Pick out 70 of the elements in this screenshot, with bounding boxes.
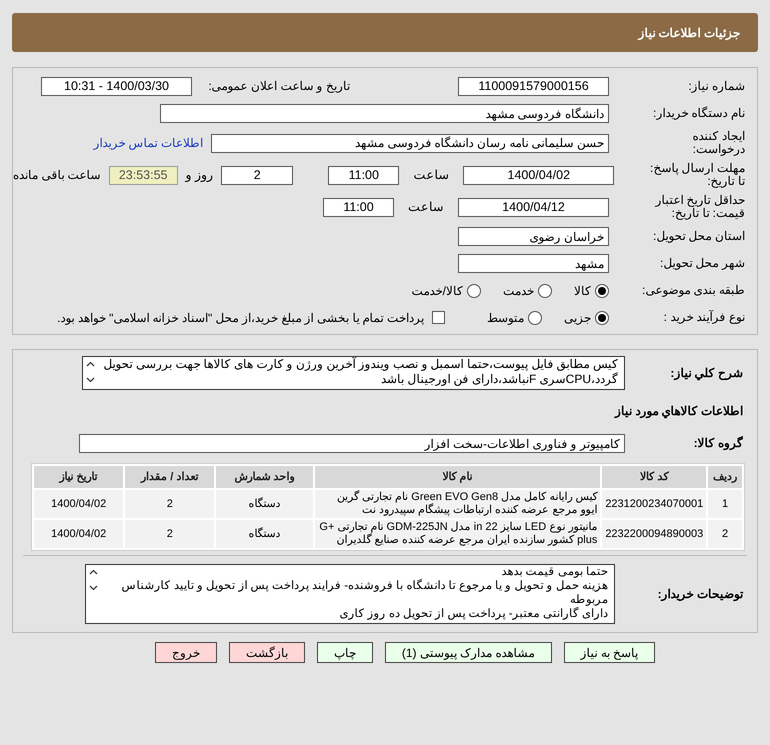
checkbox-label: پرداخت تمام یا بخشی از مبلغ خرید،از محل "اسناد خزانه اسلامی" خواهد بود. <box>57 310 424 326</box>
text-field[interactable]: مشهد <box>458 254 609 273</box>
field-label: توضیحات خریدار: <box>656 588 743 600</box>
text-field[interactable]: 11:00 <box>328 166 400 184</box>
radio-icon[interactable] <box>528 310 542 324</box>
radio-option[interactable]: خدمت <box>503 282 552 300</box>
text-field[interactable]: 1400/04/02 <box>463 166 614 184</box>
table-cell: 2 <box>125 490 214 518</box>
text-area[interactable]: حتما بومی قیمت بدهد هزینه حمل و تحویل و یا مرجوع تا دانشگاه با فروشنده- فرایند پرداخت پس از تحویل و تایید کارشناس مربوطه دارای گارانتی معتبر- پرداخت پس از تحویل ده روز کاری <box>85 564 615 624</box>
text-field[interactable]: 11:00 <box>323 198 394 216</box>
text-field[interactable]: 2 <box>221 166 294 184</box>
table-cell: مانیتور نوع LED سایز 22 in مدل GDM-225JN نام تجارتی G+ plus کشور سازنده ایران مرجع عرضه کننده صنایع گلدیران <box>314 520 600 548</box>
table-cell: 2 <box>708 520 742 548</box>
radio-icon[interactable] <box>467 284 481 298</box>
field-label: طبقه بندی موضوعی: <box>640 284 745 297</box>
text-field[interactable]: حسن سلیمانی نامه رسان دانشگاه فردوسی مشهد <box>211 134 609 152</box>
text-field[interactable]: خراسان رضوی <box>458 227 609 246</box>
text-field[interactable]: 1100091579000156 <box>458 77 609 96</box>
column-header: کد کالا <box>602 466 706 488</box>
action-button[interactable]: بازگشت <box>228 642 305 663</box>
radio-option[interactable]: متوسط <box>487 308 542 326</box>
text-area[interactable]: کیس مطابق فایل پیوست،حتما اسمبل و نصب ویندوز آخرین ورژن و کارت های کالاها جهت بررسی تحویل گردد،CPUسری Fنباشد،دارای فن اورجینال باشد <box>82 356 625 390</box>
field-label: شماره نیاز: <box>687 80 745 93</box>
column-header: تعداد / مقدار <box>125 466 214 488</box>
radio-option[interactable]: جزیی <box>564 308 609 326</box>
table-cell: 2231200234070001 <box>602 490 706 518</box>
time-label: ساعت <box>407 198 445 216</box>
field-label: حداقل تاریخ اعتبار قیمت: تا تاریخ: <box>654 194 745 220</box>
checkbox[interactable] <box>432 311 445 324</box>
text-field[interactable]: 1400/03/30 - 10:31 <box>41 77 192 96</box>
page-title: جزئیات اطلاعات نیاز <box>638 24 740 42</box>
action-button[interactable]: چاپ <box>316 642 373 663</box>
table-cell: 1 <box>708 490 742 518</box>
text-field[interactable]: کامپیوتر و فناوری اطلاعات-سخت افزار <box>79 434 625 453</box>
table-cell: 1400/04/02 <box>34 520 124 548</box>
table-cell: 2 <box>125 520 214 548</box>
days-label: روز و <box>186 166 214 184</box>
column-header: تاریخ نیاز <box>34 466 124 488</box>
field-label: گروه کالا: <box>692 437 743 450</box>
text-field[interactable]: 23:53:55 <box>108 166 178 184</box>
field-label: مهلت ارسال پاسخ: تا تاریخ: <box>648 162 745 188</box>
text-field[interactable]: 1400/04/12 <box>458 198 609 216</box>
field-label: شهر محل تحویل: <box>658 257 745 270</box>
radio-icon[interactable] <box>595 310 609 324</box>
radio-icon[interactable] <box>538 284 552 298</box>
table-cell: 1400/04/02 <box>34 490 124 518</box>
field-label: نام دستگاه خریدار: <box>652 107 745 120</box>
field-label: ایجاد کننده درخواست: <box>692 130 745 156</box>
table-cell: 2232200094890003 <box>602 520 706 548</box>
remaining-label: ساعت باقی مانده <box>13 167 101 184</box>
field-label: شرح کلي نياز: <box>669 366 743 380</box>
field-label: تاریخ و ساعت اعلان عمومی: <box>207 80 350 93</box>
radio-icon[interactable] <box>595 284 609 298</box>
time-label: ساعت <box>412 166 450 184</box>
contact-link[interactable]: اطلاعات تماس خریدار <box>93 134 203 152</box>
field-label: استان محل تحویل: <box>652 230 745 243</box>
action-button[interactable]: مشاهده مدارک پیوستی (1) <box>384 642 552 663</box>
table-cell: دستگاه <box>216 520 313 548</box>
column-header: واحد شمارش <box>216 466 313 488</box>
section-heading: اطلاعات کالاهاي مورد نياز <box>614 403 743 420</box>
action-button[interactable]: خروج <box>154 642 217 663</box>
action-button[interactable]: پاسخ به نیاز <box>564 642 656 663</box>
column-header: ردیف <box>708 466 742 488</box>
text-field[interactable]: دانشگاه فردوسی مشهد <box>160 104 609 123</box>
table-cell: کیس رایانه کامل مدل Green EVO Gen8 نام تجارتی گرین ایوو مرجع عرضه کننده ارتباطات پیشگام سپیدرود نت <box>314 490 600 518</box>
table-cell: دستگاه <box>216 490 313 518</box>
field-label: نوع فرآیند خرید : <box>662 311 745 324</box>
radio-option[interactable]: کالا <box>574 282 609 300</box>
radio-option[interactable]: کالا/خدمت <box>412 282 481 300</box>
column-header: نام کالا <box>314 466 600 488</box>
